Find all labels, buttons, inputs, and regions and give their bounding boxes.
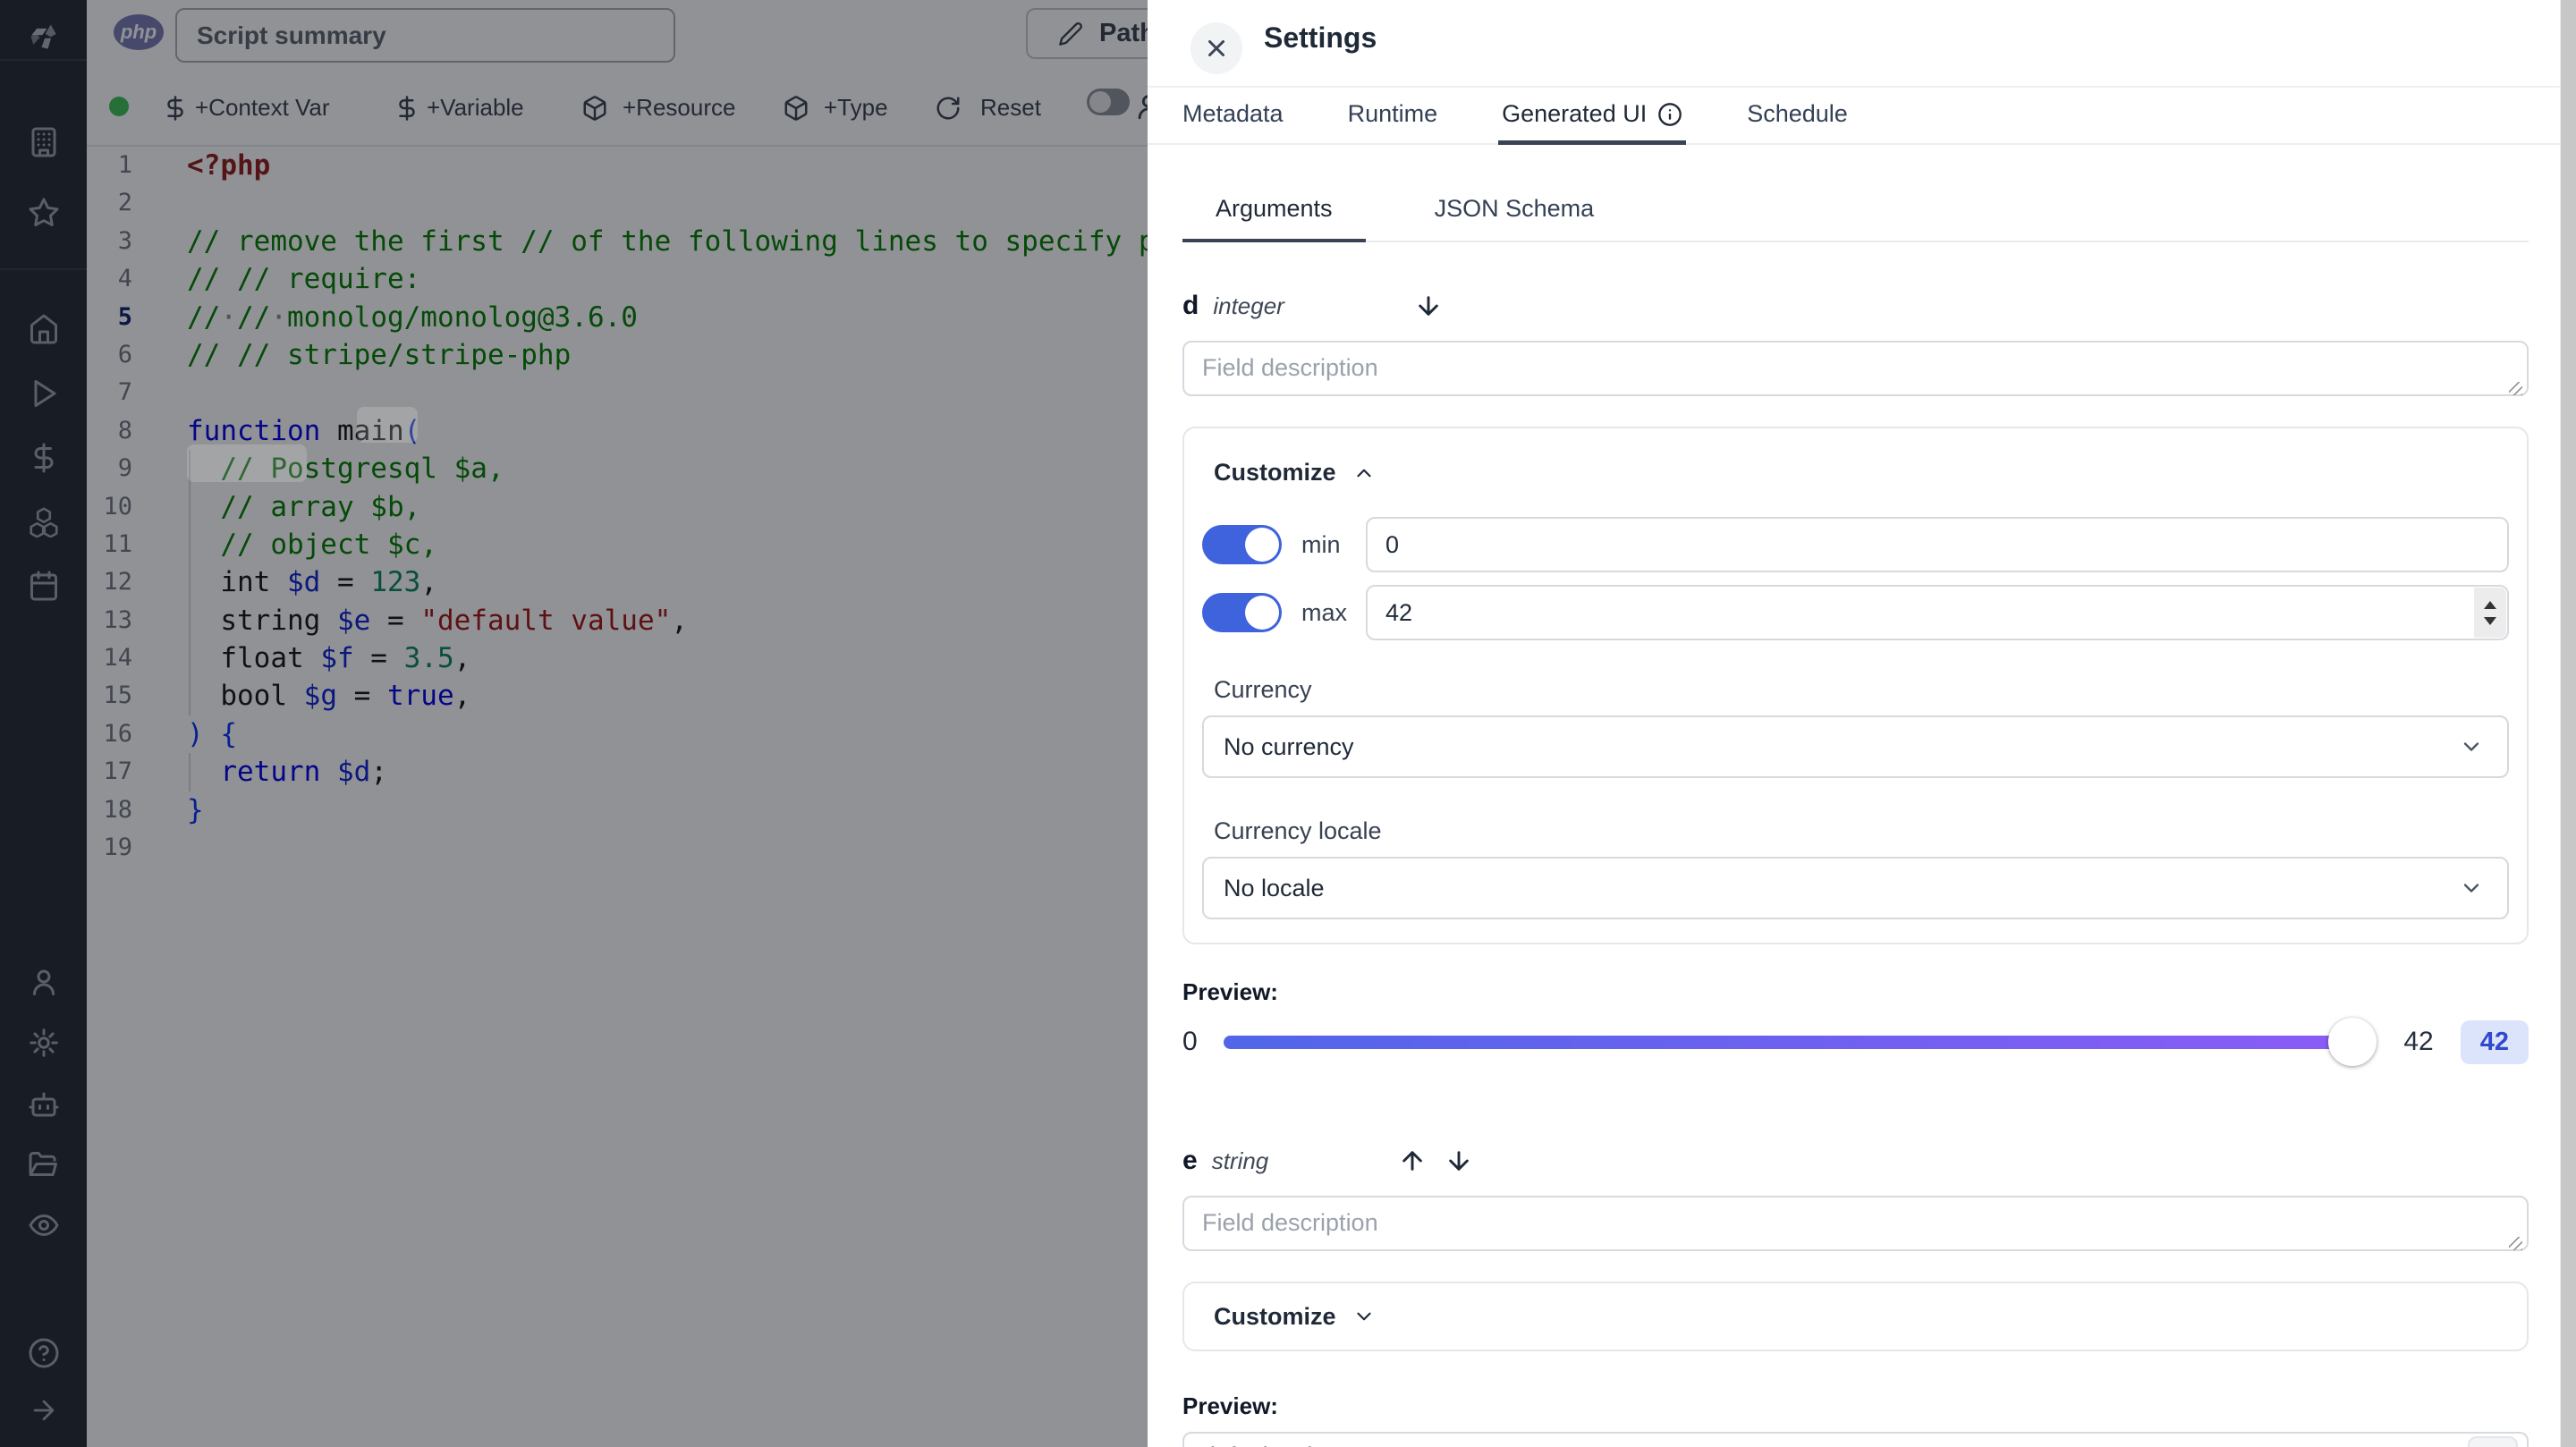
chevron-down-icon (2459, 876, 2484, 901)
min-toggle[interactable] (1202, 525, 1282, 564)
generated-ui-panel: Arguments JSON Schema d integer Cus (1148, 145, 2561, 1447)
drawer-scrollbar[interactable] (2560, 0, 2576, 1447)
tab-generated-ui[interactable]: Generated UI (1498, 88, 1687, 145)
tab-schedule[interactable]: Schedule (1743, 88, 1852, 145)
customize-toggle[interactable]: Customize (1202, 459, 2509, 487)
preview-label: Preview: (1182, 978, 1278, 1005)
field-e-description-input[interactable] (1182, 1196, 2529, 1251)
currency-locale-select[interactable]: No locale (1202, 857, 2509, 919)
chevron-down-icon (2459, 734, 2484, 759)
currency-label: Currency (1214, 676, 1312, 703)
max-row: max (1202, 585, 2509, 640)
field-name: d (1182, 291, 1199, 320)
slider-thumb[interactable] (2328, 1018, 2377, 1066)
tab-metadata[interactable]: Metadata (1179, 88, 1287, 145)
subtab-json-schema[interactable]: JSON Schema (1402, 195, 1628, 242)
field-name: e (1182, 1146, 1198, 1175)
slider-min-value: 0 (1182, 1027, 1198, 1056)
settings-tabs: Metadata Runtime Generated UI Schedule (1148, 86, 2561, 145)
min-label: min (1301, 530, 1341, 558)
drawer-header: Settings (1148, 0, 2576, 86)
currency-select[interactable]: No currency (1202, 715, 2509, 778)
field-d-header: d integer (1182, 291, 2529, 321)
preview-label: Preview: (1182, 1392, 1278, 1419)
slider-value-badge: 42 (2460, 1020, 2529, 1064)
field-e-preview-input[interactable]: default value (1182, 1432, 2529, 1447)
field-type: integer (1213, 292, 1284, 319)
min-value-input[interactable] (1366, 517, 2509, 572)
slider-track[interactable] (1224, 1018, 2377, 1066)
field-d-customize-box: Customize min max (1182, 427, 2529, 944)
chevron-down-icon (1352, 1305, 1376, 1328)
slider-max-value: 42 (2403, 1027, 2434, 1056)
max-label: max (1301, 598, 1348, 626)
min-row: min (1202, 517, 2509, 572)
argument-subtabs: Arguments JSON Schema (1182, 195, 2529, 242)
field-e-customize-box: Customize (1182, 1282, 2529, 1351)
move-down-icon[interactable] (1414, 292, 1443, 320)
field-d-description-input[interactable] (1182, 341, 2529, 396)
field-type: string (1211, 1147, 1269, 1174)
drawer-title: Settings (1264, 21, 1377, 54)
field-e-header: e string (1182, 1146, 2529, 1176)
number-stepper[interactable] (2474, 588, 2506, 638)
slider-preview: 0 42 42 (1182, 1017, 2529, 1067)
max-toggle[interactable] (1202, 593, 1282, 632)
move-down-icon[interactable] (1445, 1147, 1473, 1175)
chevron-up-icon (1352, 461, 1376, 485)
variable-picker-button[interactable]: $ (2468, 1436, 2518, 1447)
currency-locale-label: Currency locale (1214, 817, 1382, 844)
subtab-arguments[interactable]: Arguments (1182, 195, 1366, 242)
customize-toggle[interactable]: Customize (1202, 1303, 1376, 1331)
max-value-input[interactable] (1366, 585, 2509, 640)
move-up-icon[interactable] (1398, 1147, 1427, 1175)
close-icon[interactable] (1191, 22, 1242, 74)
info-icon (1657, 102, 1682, 127)
tab-runtime[interactable]: Runtime (1344, 88, 1442, 145)
drawer-backdrop[interactable] (0, 0, 1148, 1447)
app-window: php Path +Context Var +Variable +Resourc… (0, 0, 2576, 1447)
settings-drawer: Settings Metadata Runtime Generated UI S… (1148, 0, 2576, 1447)
